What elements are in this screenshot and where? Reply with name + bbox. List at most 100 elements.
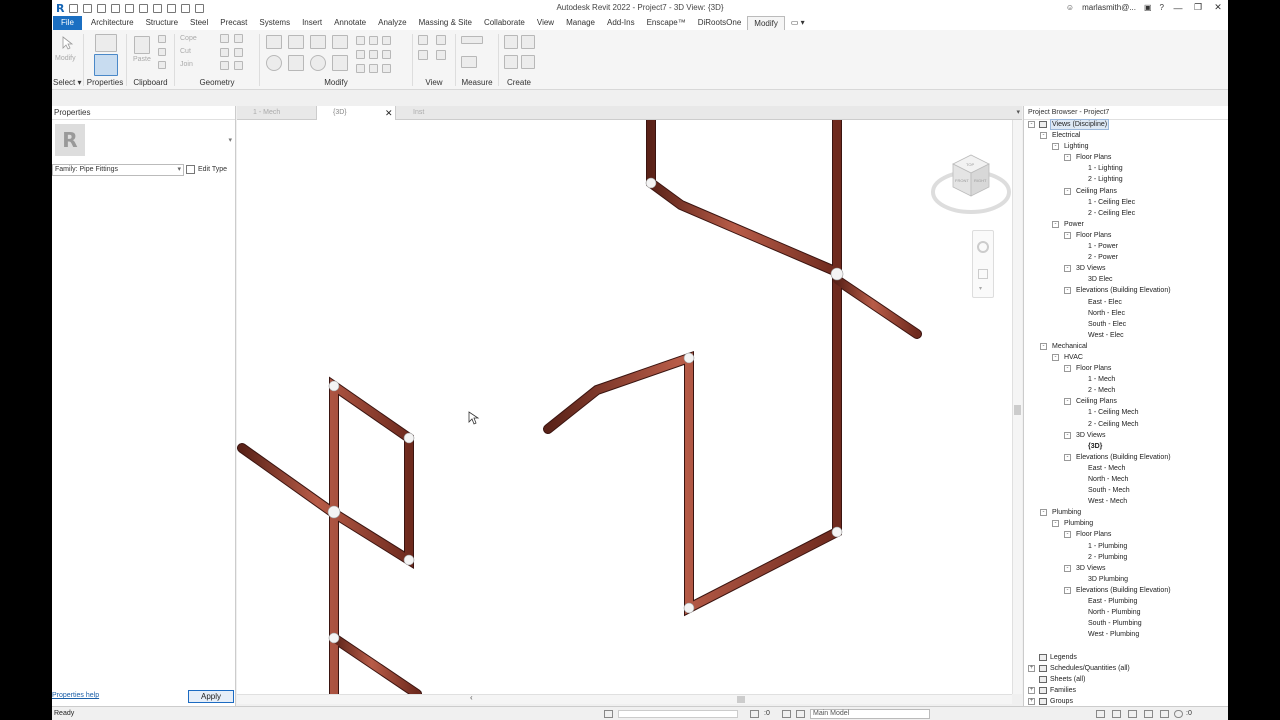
browser-node[interactable]: 3D Plumbing <box>1024 574 1224 585</box>
redo-icon[interactable] <box>125 3 135 13</box>
design-options-icon[interactable] <box>750 710 759 718</box>
horizontal-scrollbar[interactable]: ‹ <box>237 693 1012 704</box>
browser-node[interactable]: 2 - Mech <box>1024 385 1224 396</box>
browser-node[interactable]: - Floor Plans <box>1024 230 1224 241</box>
collapse-toggle-icon[interactable]: - <box>1052 143 1059 151</box>
tab-collaborate[interactable]: Collaborate <box>478 16 531 30</box>
worksets-icon[interactable] <box>604 710 613 718</box>
horizontal-scroll-thumb[interactable] <box>737 696 745 703</box>
tab-analyze[interactable]: Analyze <box>372 16 412 30</box>
browser-node[interactable]: South - Elec <box>1024 319 1224 330</box>
array-icon[interactable] <box>369 36 378 45</box>
apply-button[interactable]: Apply <box>188 690 234 703</box>
browser-node[interactable]: Sheets (all) <box>1024 674 1224 685</box>
ribbon-options-icon[interactable]: ▭ ▾ <box>785 16 811 30</box>
view-tab-3d[interactable]: {3D} <box>316 106 396 120</box>
family-filter-dropdown[interactable]: Family: Pipe Fittings ▾ <box>52 164 184 176</box>
geometry-tool-icon[interactable] <box>234 61 243 70</box>
collapse-toggle-icon[interactable]: - <box>1064 564 1071 572</box>
select-underlay-icon[interactable] <box>1112 710 1121 718</box>
expand-toggle-icon[interactable]: + <box>1028 664 1035 672</box>
collapse-toggle-icon[interactable]: - <box>1064 398 1071 406</box>
browser-node[interactable]: - HVAC <box>1024 352 1224 363</box>
tab-menu-icon[interactable]: ▾ <box>1016 108 1020 116</box>
browser-node[interactable]: South - Mech <box>1024 485 1224 496</box>
browser-node[interactable]: East - Elec <box>1024 297 1224 308</box>
delete-icon[interactable] <box>382 50 391 59</box>
properties-icon[interactable] <box>94 54 118 76</box>
create-group-icon[interactable] <box>504 55 518 69</box>
browser-node[interactable]: -3D Views <box>1024 263 1224 274</box>
3d-view-icon[interactable] <box>181 3 191 13</box>
browser-node[interactable]: - Elevations (Building Elevation) <box>1024 585 1224 596</box>
collapse-toggle-icon[interactable]: - <box>1064 265 1071 273</box>
collapse-toggle-icon[interactable]: - <box>1040 509 1047 517</box>
browser-node[interactable]: East - Plumbing <box>1024 596 1224 607</box>
tab-architecture[interactable]: Architecture <box>85 16 140 30</box>
vertical-scrollbar[interactable] <box>1012 120 1022 694</box>
browser-node[interactable]: - Elevations (Building Elevation) <box>1024 285 1224 296</box>
edit-type-button[interactable]: Edit Type <box>186 163 227 177</box>
modify-cursor-icon[interactable] <box>60 36 74 50</box>
select-by-face-icon[interactable] <box>1144 710 1153 718</box>
pipe-fitting[interactable] <box>683 352 695 364</box>
browser-node[interactable]: North - Mech <box>1024 474 1224 485</box>
pipe-fitting[interactable] <box>645 177 657 189</box>
zoom-icon[interactable] <box>978 269 988 279</box>
tab-modify[interactable]: Modify <box>747 16 785 30</box>
3d-view-canvas[interactable]: TOP FRONT RIGHT ▾ <box>237 120 1012 694</box>
browser-node[interactable]: 1 - Plumbing <box>1024 541 1224 552</box>
align-icon[interactable] <box>266 35 282 49</box>
browser-node[interactable]: East - Mech <box>1024 463 1224 474</box>
restore-button[interactable]: ❐ <box>1192 2 1204 13</box>
nav-dropdown-icon[interactable]: ▾ <box>979 285 982 292</box>
steering-wheel-icon[interactable] <box>977 241 989 253</box>
collapse-toggle-icon[interactable]: - <box>1064 154 1071 162</box>
browser-node[interactable]: {3D} <box>1024 441 1224 452</box>
save-icon[interactable] <box>83 3 93 13</box>
close-button[interactable]: ✕ <box>1212 2 1224 13</box>
type-properties-icon[interactable] <box>95 34 117 52</box>
viewcube[interactable]: TOP FRONT RIGHT <box>931 154 1011 214</box>
override-icon[interactable] <box>436 35 446 45</box>
browser-node[interactable]: - Ceiling Plans <box>1024 396 1224 407</box>
pipe-fitting[interactable] <box>403 432 415 444</box>
tab-insert[interactable]: Insert <box>296 16 328 30</box>
browser-node[interactable]: + Schedules/Quantities (all) <box>1024 663 1224 674</box>
user-icon[interactable]: ☺ <box>1066 3 1074 12</box>
print-icon[interactable] <box>139 3 149 13</box>
browser-node[interactable]: + Families <box>1024 685 1224 696</box>
close-tab-icon[interactable]: ✕ <box>385 106 393 120</box>
browser-node[interactable]: West - Mech <box>1024 496 1224 507</box>
sync-icon[interactable] <box>97 3 107 13</box>
browser-node[interactable]: - Floor Plans <box>1024 529 1224 540</box>
browser-node[interactable]: - Views (Discipline) <box>1024 119 1224 130</box>
text-icon[interactable] <box>167 3 177 13</box>
collapse-toggle-icon[interactable]: - <box>1064 365 1071 373</box>
browser-node[interactable]: - Lighting <box>1024 141 1224 152</box>
tab-view[interactable]: View <box>531 16 560 30</box>
select-links-icon[interactable] <box>1096 710 1105 718</box>
cut-clip-icon[interactable] <box>158 35 166 43</box>
workset-dropdown[interactable] <box>618 710 738 718</box>
pipe-fitting[interactable] <box>831 526 843 538</box>
browser-node[interactable]: 1 - Ceiling Elec <box>1024 197 1224 208</box>
hide-icon[interactable] <box>418 35 428 45</box>
geometry-tool-icon[interactable] <box>220 34 229 43</box>
collapse-toggle-icon[interactable]: - <box>1064 231 1071 239</box>
browser-node[interactable]: 1 - Mech <box>1024 374 1224 385</box>
drag-elements-icon[interactable] <box>1160 710 1169 718</box>
collapse-toggle-icon[interactable]: - <box>1064 287 1071 295</box>
tab-dirootsone[interactable]: DiRootsOne <box>692 16 748 30</box>
create-parts-icon[interactable] <box>521 35 535 49</box>
pipe-fitting[interactable] <box>327 505 341 519</box>
cut-label[interactable]: Cut <box>180 48 191 55</box>
split-icon[interactable] <box>356 36 365 45</box>
browser-node[interactable]: - Ceiling Plans <box>1024 186 1224 197</box>
pin-icon[interactable] <box>356 50 365 59</box>
browser-node[interactable]: West - Elec <box>1024 330 1224 341</box>
tab-file[interactable]: File <box>53 16 82 30</box>
filter-icon[interactable] <box>1174 710 1183 718</box>
tab-enscape[interactable]: Enscape™ <box>641 16 692 30</box>
trim-icon[interactable] <box>332 55 348 71</box>
